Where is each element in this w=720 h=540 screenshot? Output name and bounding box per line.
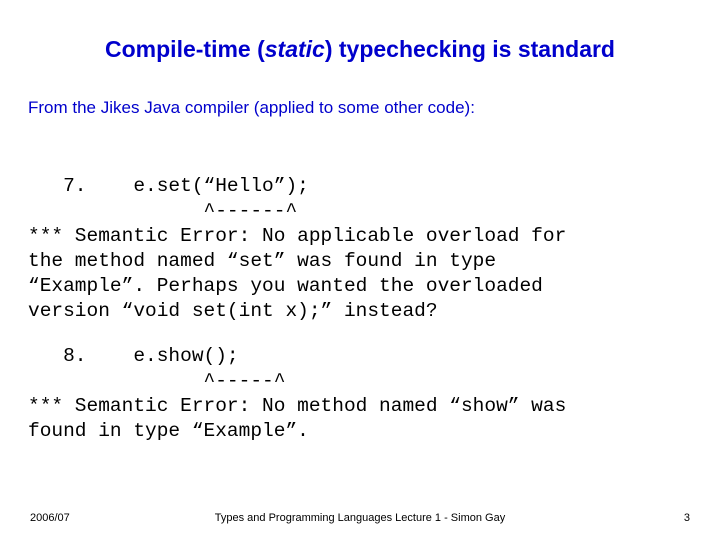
code-block-first-error: 7. e.set(“Hello”); ^------^ *** Semantic… [28,175,567,322]
page-title-italic: static [264,36,325,62]
page-title: Compile-time (static) typechecking is st… [0,36,720,63]
footer-course-label: Types and Programming Languages Lecture … [214,512,506,524]
slide-footer: 2006/07 Types and Programming Languages … [0,500,720,540]
slide: Compile-time (static) typechecking is st… [0,0,720,540]
footer-page-number: 3 [683,512,690,524]
intro-text: From the Jikes Java compiler (applied to… [28,98,475,117]
page-title-part1: Compile-time ( [105,36,265,62]
page-title-part2: ) typechecking is standard [324,36,615,62]
code-block-second-error: 8. e.show(); ^-----^ *** Semantic Error:… [28,345,567,442]
